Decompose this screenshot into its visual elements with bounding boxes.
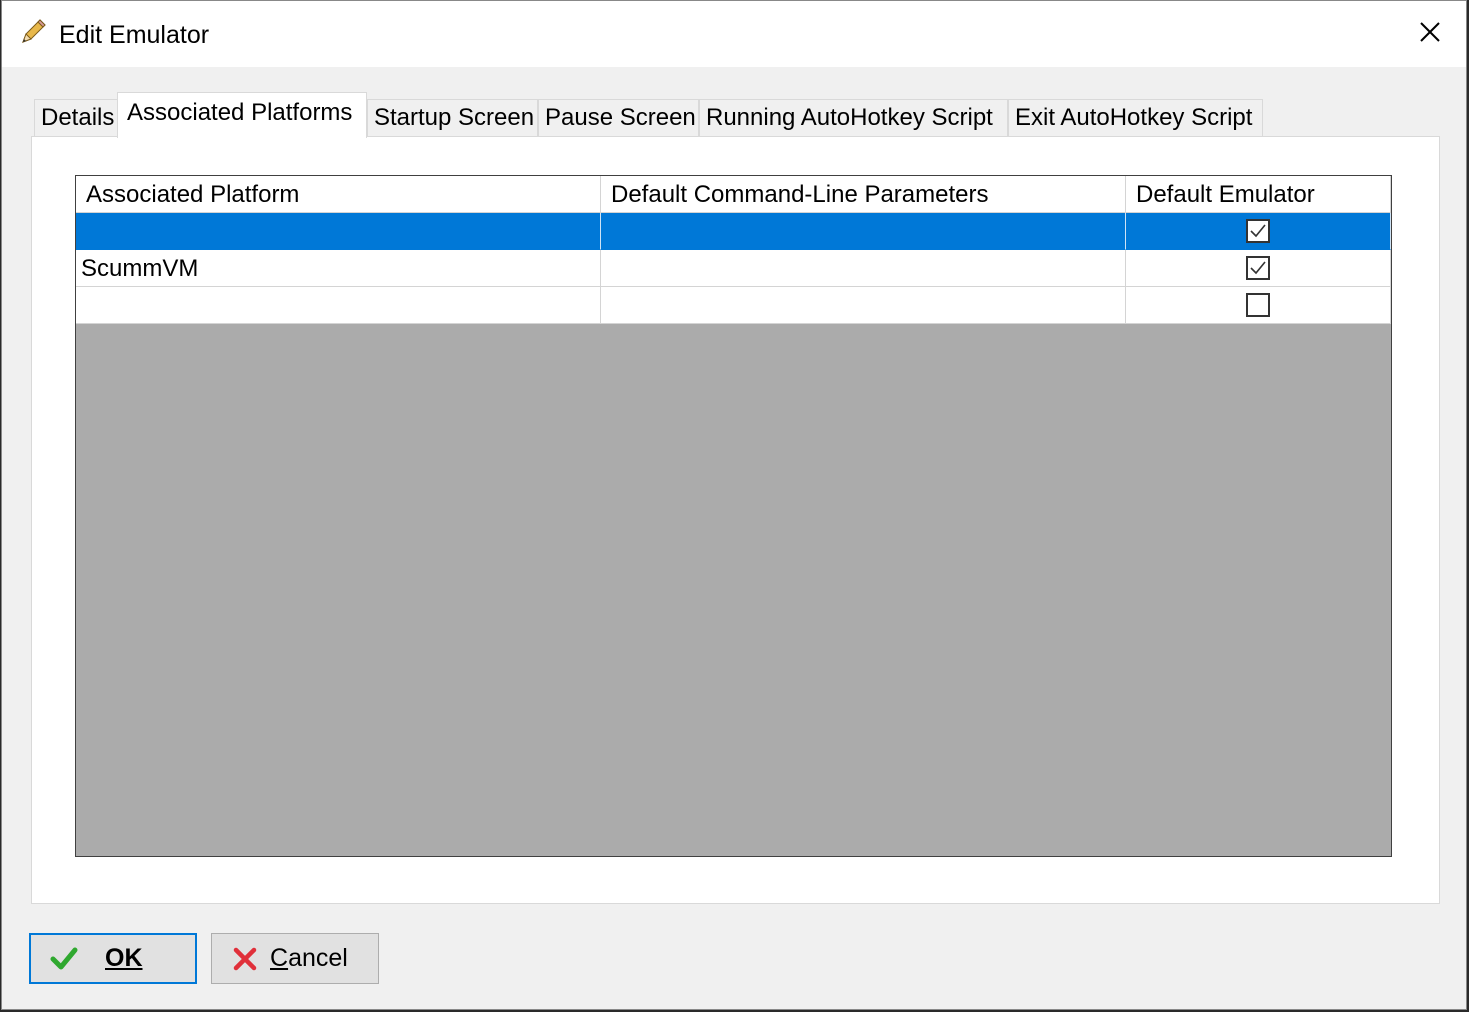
default-emulator-checkbox[interactable] xyxy=(1246,293,1270,317)
tab-running-autohotkey-script[interactable]: Running AutoHotkey Script xyxy=(699,99,1008,137)
default-emulator-cell xyxy=(1126,287,1391,324)
params-cell[interactable] xyxy=(601,250,1126,287)
checkmark-icon xyxy=(49,944,79,974)
close-button[interactable] xyxy=(1402,9,1458,59)
default-emulator-cell xyxy=(1126,250,1391,287)
params-cell[interactable] xyxy=(601,213,1126,250)
title-bar: Edit Emulator xyxy=(2,1,1466,67)
x-icon xyxy=(230,944,260,974)
cancel-accesskey: C xyxy=(270,944,289,972)
cancel-label: Cancel xyxy=(270,944,348,973)
default-emulator-checkbox[interactable] xyxy=(1246,256,1270,280)
ok-label: OK xyxy=(105,944,143,972)
cancel-button[interactable]: Cancel xyxy=(211,933,379,984)
tab-strip: Details Associated Platforms Startup Scr… xyxy=(34,92,1274,138)
column-header-associated-platform[interactable]: Associated Platform xyxy=(76,176,601,213)
table-row[interactable] xyxy=(76,287,1391,324)
checkmark-icon xyxy=(1250,224,1266,238)
tab-pause-screen[interactable]: Pause Screen xyxy=(538,99,699,137)
close-icon xyxy=(1419,21,1441,48)
tab-startup-screen[interactable]: Startup Screen xyxy=(367,99,538,137)
associated-platforms-panel: Associated Platform Default Command-Line… xyxy=(31,136,1440,904)
default-emulator-cell xyxy=(1126,213,1391,250)
tab-associated-platforms[interactable]: Associated Platforms xyxy=(117,92,367,138)
tab-details[interactable]: Details xyxy=(34,99,118,137)
tab-exit-autohotkey-script[interactable]: Exit AutoHotkey Script xyxy=(1008,99,1263,137)
platform-cell[interactable] xyxy=(76,287,601,324)
checkmark-icon xyxy=(1250,261,1266,275)
table-row[interactable] xyxy=(76,213,1391,250)
params-cell[interactable] xyxy=(601,287,1126,324)
platforms-grid[interactable]: Associated Platform Default Command-Line… xyxy=(75,175,1392,857)
pencil-icon xyxy=(18,17,48,47)
table-row[interactable]: ScummVM xyxy=(76,250,1391,287)
grid-header: Associated Platform Default Command-Line… xyxy=(76,176,1391,213)
cancel-rest: ancel xyxy=(288,944,348,972)
platform-cell[interactable] xyxy=(76,213,601,250)
default-emulator-checkbox[interactable] xyxy=(1246,219,1270,243)
ok-button[interactable]: OK xyxy=(29,933,197,984)
platform-cell[interactable]: ScummVM xyxy=(76,250,601,287)
column-header-default-emulator[interactable]: Default Emulator xyxy=(1126,176,1391,213)
window-title: Edit Emulator xyxy=(59,21,210,49)
column-header-default-command-line-parameters[interactable]: Default Command-Line Parameters xyxy=(601,176,1126,213)
edit-emulator-window: Edit Emulator Details Associated Platfor… xyxy=(1,0,1467,1010)
